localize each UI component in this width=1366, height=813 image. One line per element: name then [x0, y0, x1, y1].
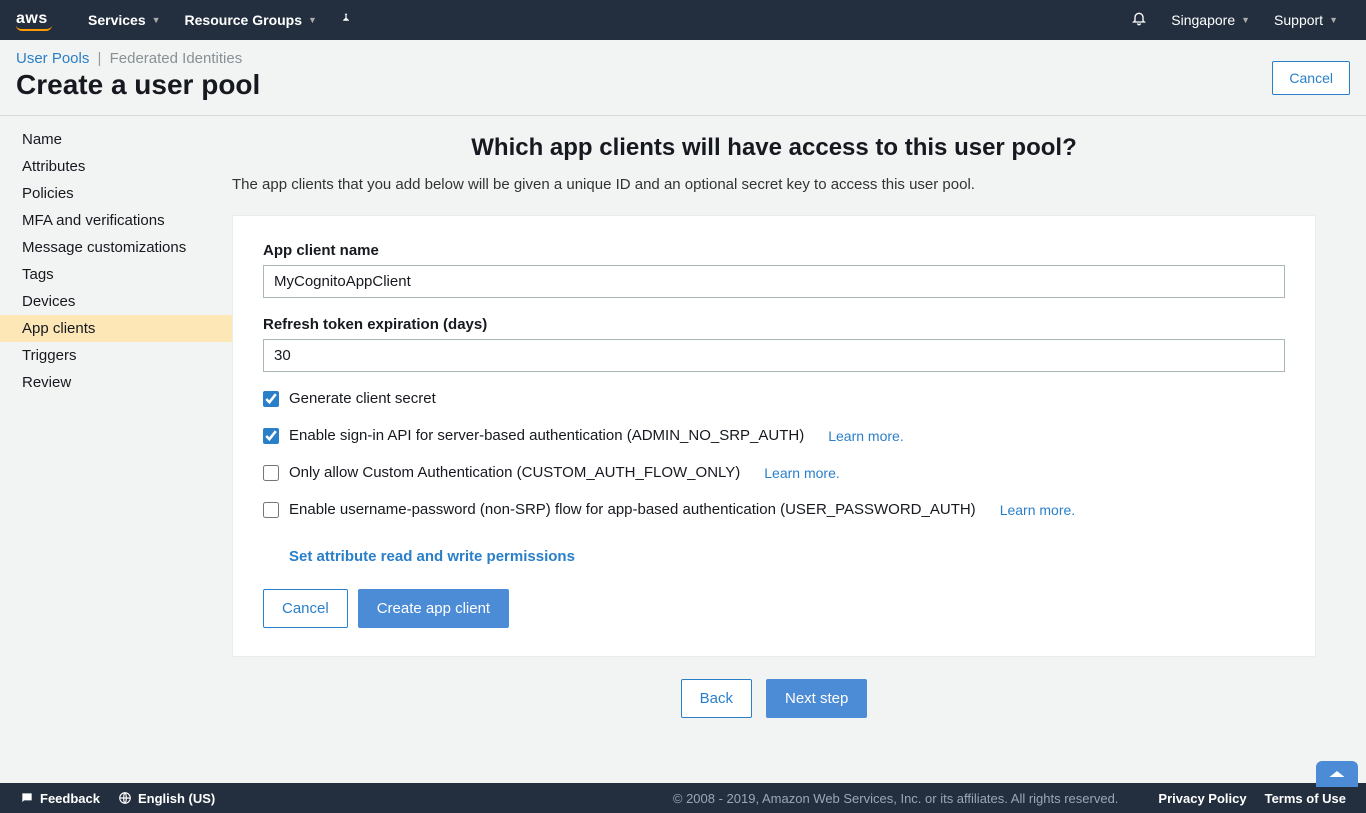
chevron-down-icon: ▼	[152, 15, 161, 25]
language-label: English (US)	[138, 791, 215, 806]
app-client-form-card: App client name Refresh token expiration…	[232, 215, 1316, 657]
feedback-label: Feedback	[40, 791, 100, 806]
chevron-down-icon: ▼	[1329, 15, 1338, 25]
main-heading: Which app clients will have access to th…	[232, 134, 1316, 162]
services-label: Services	[88, 12, 146, 28]
cancel-button-top[interactable]: Cancel	[1272, 61, 1350, 95]
sidebar-item-tags[interactable]: Tags	[0, 261, 232, 288]
back-button[interactable]: Back	[681, 679, 752, 718]
sidebar-item-mfa[interactable]: MFA and verifications	[0, 207, 232, 234]
sidebar-item-policies[interactable]: Policies	[0, 180, 232, 207]
chevron-up-icon	[1328, 768, 1346, 780]
footer: Feedback English (US) © 2008 - 2019, Ama…	[0, 783, 1366, 813]
app-client-name-input[interactable]	[263, 265, 1285, 298]
aws-logo[interactable]: aws	[16, 10, 52, 31]
admin-no-srp-checkbox[interactable]	[263, 428, 279, 444]
wizard-sidebar: Name Attributes Policies MFA and verific…	[0, 116, 232, 783]
chevron-down-icon: ▼	[308, 15, 317, 25]
pin-icon[interactable]	[329, 12, 363, 29]
language-selector[interactable]: English (US)	[118, 791, 215, 806]
header-tabs: User Pools | Federated Identities	[16, 50, 1350, 67]
app-client-name-label: App client name	[263, 242, 1285, 259]
support-menu[interactable]: Support ▼	[1262, 12, 1350, 28]
resource-groups-menu[interactable]: Resource Groups ▼	[173, 0, 329, 40]
create-app-client-button[interactable]: Create app client	[358, 589, 509, 628]
sub-header: User Pools | Federated Identities Create…	[0, 40, 1366, 116]
notifications-icon[interactable]	[1119, 10, 1159, 31]
user-password-auth-checkbox[interactable]	[263, 502, 279, 518]
user-password-auth-label: Enable username-password (non-SRP) flow …	[289, 501, 976, 518]
resource-groups-label: Resource Groups	[185, 12, 302, 28]
sidebar-item-attributes[interactable]: Attributes	[0, 153, 232, 180]
speech-bubble-icon	[20, 791, 34, 805]
sidebar-item-triggers[interactable]: Triggers	[0, 342, 232, 369]
support-label: Support	[1274, 12, 1323, 28]
chevron-down-icon: ▼	[1241, 15, 1250, 25]
services-menu[interactable]: Services ▼	[76, 0, 173, 40]
region-selector[interactable]: Singapore ▼	[1159, 12, 1262, 28]
custom-auth-flow-checkbox[interactable]	[263, 465, 279, 481]
tab-federated-identities[interactable]: Federated Identities	[110, 50, 243, 67]
wizard-nav-buttons: Back Next step	[232, 679, 1316, 718]
refresh-token-label: Refresh token expiration (days)	[263, 316, 1285, 333]
terms-of-use-link[interactable]: Terms of Use	[1265, 791, 1346, 806]
main-content: Which app clients will have access to th…	[232, 116, 1366, 783]
sidebar-item-app-clients[interactable]: App clients	[0, 315, 232, 342]
tab-user-pools[interactable]: User Pools	[16, 50, 89, 67]
privacy-policy-link[interactable]: Privacy Policy	[1158, 791, 1246, 806]
main-subtitle: The app clients that you add below will …	[232, 176, 1316, 193]
learn-more-link-password[interactable]: Learn more.	[1000, 502, 1075, 518]
refresh-token-input[interactable]	[263, 339, 1285, 372]
cancel-button[interactable]: Cancel	[263, 589, 348, 628]
learn-more-link-custom[interactable]: Learn more.	[764, 465, 839, 481]
globe-icon	[118, 791, 132, 805]
generate-client-secret-label: Generate client secret	[289, 390, 436, 407]
separator: |	[98, 50, 102, 67]
sidebar-item-message-customizations[interactable]: Message customizations	[0, 234, 232, 261]
sidebar-item-devices[interactable]: Devices	[0, 288, 232, 315]
page-title: Create a user pool	[16, 69, 1350, 101]
sidebar-item-name[interactable]: Name	[0, 126, 232, 153]
copyright-text: © 2008 - 2019, Amazon Web Services, Inc.…	[673, 791, 1119, 806]
feedback-link[interactable]: Feedback	[20, 791, 100, 806]
custom-auth-flow-label: Only allow Custom Authentication (CUSTOM…	[289, 464, 740, 481]
sidebar-item-review[interactable]: Review	[0, 369, 232, 396]
generate-client-secret-checkbox[interactable]	[263, 391, 279, 407]
next-step-button[interactable]: Next step	[766, 679, 867, 718]
admin-no-srp-label: Enable sign-in API for server-based auth…	[289, 427, 804, 444]
set-attribute-permissions-link[interactable]: Set attribute read and write permissions	[289, 548, 575, 565]
region-label: Singapore	[1171, 12, 1235, 28]
top-nav-bar: aws Services ▼ Resource Groups ▼ Singapo…	[0, 0, 1366, 40]
scroll-to-top-button[interactable]	[1316, 761, 1358, 787]
learn-more-link-admin[interactable]: Learn more.	[828, 428, 903, 444]
